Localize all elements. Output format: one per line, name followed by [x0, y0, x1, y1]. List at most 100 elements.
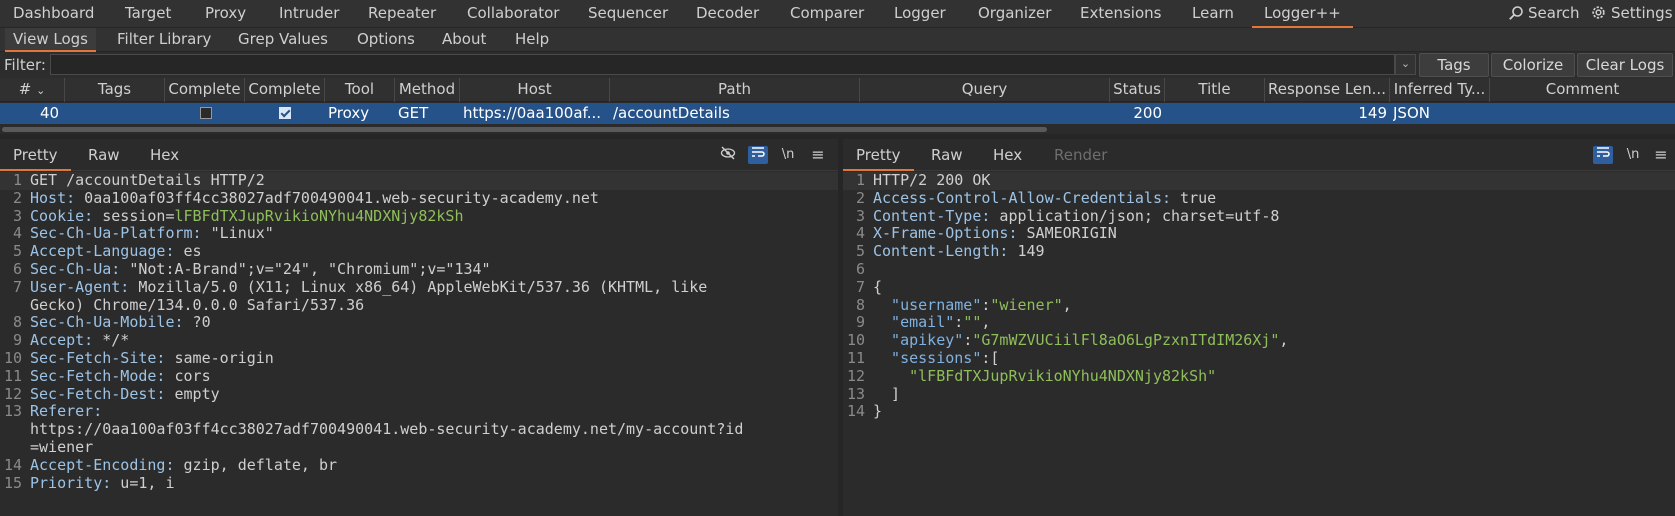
column-header-number[interactable]: # ⌄ — [0, 78, 65, 102]
colorize-button[interactable]: Colorize — [1491, 53, 1575, 77]
header-name: Sec-Ch-Ua: — [30, 259, 121, 278]
header-value: https://0aa100af03ff4cc38027adf700490041… — [30, 420, 744, 439]
code-line: 1 HTTP/2 200 OK — [843, 171, 1675, 190]
header-value: true — [1171, 188, 1217, 207]
line-number: 4 — [855, 224, 865, 243]
column-header-complete-1[interactable]: Complete — [165, 78, 245, 102]
code-line: 4 Sec-Ch-Ua-Platform: "Linux" — [0, 224, 838, 243]
header-name: Sec-Fetch-Dest: — [30, 384, 166, 403]
clear-logs-button[interactable]: Clear Logs — [1577, 53, 1673, 77]
request-tab-hex[interactable]: Hex — [150, 139, 179, 171]
code-text: Gecko) Chrome/134.0.0.0 Safari/537.36 — [30, 296, 364, 315]
tab-sequencer[interactable]: Sequencer — [588, 0, 668, 28]
column-header-tool[interactable]: Tool — [325, 78, 395, 102]
json-punct: , — [1062, 295, 1072, 314]
tab-logger[interactable]: Logger — [894, 0, 946, 28]
column-header-complete-2[interactable]: Complete — [245, 78, 325, 102]
code-line: 7 User-Agent: Mozilla/5.0 (X11; Linux x86… — [0, 278, 838, 297]
tab-target[interactable]: Target — [125, 0, 171, 28]
request-tab-raw[interactable]: Raw — [88, 139, 120, 171]
column-header-path[interactable]: Path — [610, 78, 860, 102]
tab-decoder[interactable]: Decoder — [696, 0, 759, 28]
json-string: "G7mWZVUCiilFl8aO6LgPzxnITdIM26Xj" — [972, 331, 1280, 350]
tags-button[interactable]: Tags — [1419, 53, 1489, 77]
response-tab-hex[interactable]: Hex — [993, 139, 1022, 171]
json-string: "" — [963, 313, 982, 332]
column-header-title[interactable]: Title — [1165, 78, 1265, 102]
column-header-status[interactable]: Status — [1110, 78, 1165, 102]
request-editor[interactable]: 1 GET /accountDetails HTTP/2 2 Host: 0aa100… — [0, 171, 838, 493]
tab-grep-values[interactable]: Grep Values — [238, 28, 328, 52]
newline-icon[interactable]: \n — [778, 146, 798, 164]
header-value: 149 — [1008, 242, 1045, 261]
search-button[interactable]: Search — [1508, 0, 1580, 28]
response-editor[interactable]: 1 HTTP/2 200 OK 2 Access-Control-Allow-Cred… — [843, 171, 1675, 421]
column-header-response-length[interactable]: Response Len... — [1265, 78, 1390, 102]
column-header-method[interactable]: Method — [395, 78, 460, 102]
json-punct: , — [1279, 331, 1289, 350]
tab-view-logs[interactable]: View Logs — [5, 28, 96, 52]
hamburger-icon[interactable]: ≡ — [808, 146, 828, 164]
tab-organizer[interactable]: Organizer — [978, 0, 1051, 28]
wrap-icon[interactable] — [748, 146, 768, 164]
table-row[interactable]: 40 Proxy GET https://0aa100af... /accoun… — [0, 103, 1675, 124]
filter-input[interactable] — [50, 54, 1395, 75]
response-tab-raw[interactable]: Raw — [931, 139, 963, 171]
code-text: Sec-Ch-Ua-Platform: "Linux" — [30, 224, 274, 243]
code-line: 3 Cookie: session=lFBFdTXJupRvikioNYhu4ND… — [0, 207, 838, 226]
scrollbar-thumb[interactable] — [2, 127, 1047, 132]
line-number: 6 — [855, 259, 865, 278]
tab-collaborator[interactable]: Collaborator — [467, 0, 559, 28]
column-header-query[interactable]: Query — [860, 78, 1110, 102]
code-line: 11 Sec-Fetch-Mode: cors — [0, 367, 838, 386]
code-text: Cookie: session=lFBFdTXJupRvikioNYhu4NDX… — [30, 207, 463, 226]
tab-about[interactable]: About — [442, 28, 486, 52]
column-header-tags[interactable]: Tags — [65, 78, 165, 102]
request-tab-pretty[interactable]: Pretty — [0, 139, 71, 171]
code-line: 3 Content-Type: application/json; charset… — [843, 207, 1675, 226]
settings-button[interactable]: Settings — [1590, 0, 1673, 28]
table-horizontal-scrollbar[interactable] — [0, 126, 1675, 134]
code-text: Content-Type: application/json; charset=… — [873, 207, 1279, 226]
column-header-comment[interactable]: Comment — [1490, 78, 1675, 102]
filter-dropdown-button[interactable]: ⌄ — [1395, 54, 1416, 75]
tab-dashboard[interactable]: Dashboard — [13, 0, 94, 28]
response-tab-pretty[interactable]: Pretty — [843, 139, 914, 171]
tab-logger-plus-plus[interactable]: Logger++ — [1252, 0, 1353, 28]
tab-options[interactable]: Options — [357, 28, 415, 52]
wrap-icon[interactable] — [1593, 146, 1613, 164]
code-text: "apikey":"G7mWZVUCiilFl8aO6LgPzxnITdIM26… — [873, 331, 1289, 350]
header-value: SAMEORIGIN — [1017, 224, 1117, 243]
code-text: Accept-Encoding: gzip, deflate, br — [30, 456, 337, 475]
eye-off-icon[interactable] — [718, 146, 738, 164]
column-header-inferred-type[interactable]: Inferred Ty... — [1390, 78, 1490, 102]
column-header-host[interactable]: Host — [460, 78, 610, 102]
tab-extensions[interactable]: Extensions — [1080, 0, 1161, 28]
tab-intruder[interactable]: Intruder — [279, 0, 339, 28]
complete-checkbox-2[interactable] — [279, 107, 291, 119]
complete-checkbox-1[interactable] — [200, 107, 212, 119]
tab-comparer[interactable]: Comparer — [790, 0, 864, 28]
code-line: 5 Content-Length: 149 — [843, 242, 1675, 261]
json-string: "lFBFdTXJupRvikioNYhu4NDXNjy82kSh" — [909, 366, 1217, 385]
tab-help[interactable]: Help — [515, 28, 549, 52]
line-number: 9 — [855, 313, 865, 332]
line-number: 1 — [12, 171, 22, 189]
code-text: Sec-Fetch-Mode: cors — [30, 367, 211, 386]
line-number: 12 — [846, 366, 865, 385]
json-string: "wiener" — [990, 295, 1063, 314]
code-line: https://0aa100af03ff4cc38027adf700490041… — [0, 420, 838, 439]
code-text: Priority: u=1, i — [30, 474, 175, 493]
code-text: Sec-Fetch-Dest: empty — [30, 384, 220, 404]
tab-learn[interactable]: Learn — [1192, 0, 1234, 28]
tab-filter-library[interactable]: Filter Library — [117, 28, 211, 52]
tab-repeater[interactable]: Repeater — [368, 0, 436, 28]
newline-icon[interactable]: \n — [1623, 146, 1643, 164]
tab-proxy[interactable]: Proxy — [205, 0, 246, 28]
line-number: 2 — [12, 188, 22, 207]
response-tab-render[interactable]: Render — [1054, 139, 1107, 171]
log-table-header: # ⌄ Tags Complete Complete Tool Method H… — [0, 78, 1675, 102]
header-name: Referer: — [30, 402, 103, 421]
header-value: ] — [873, 384, 901, 403]
hamburger-icon[interactable]: ≡ — [1651, 146, 1671, 164]
